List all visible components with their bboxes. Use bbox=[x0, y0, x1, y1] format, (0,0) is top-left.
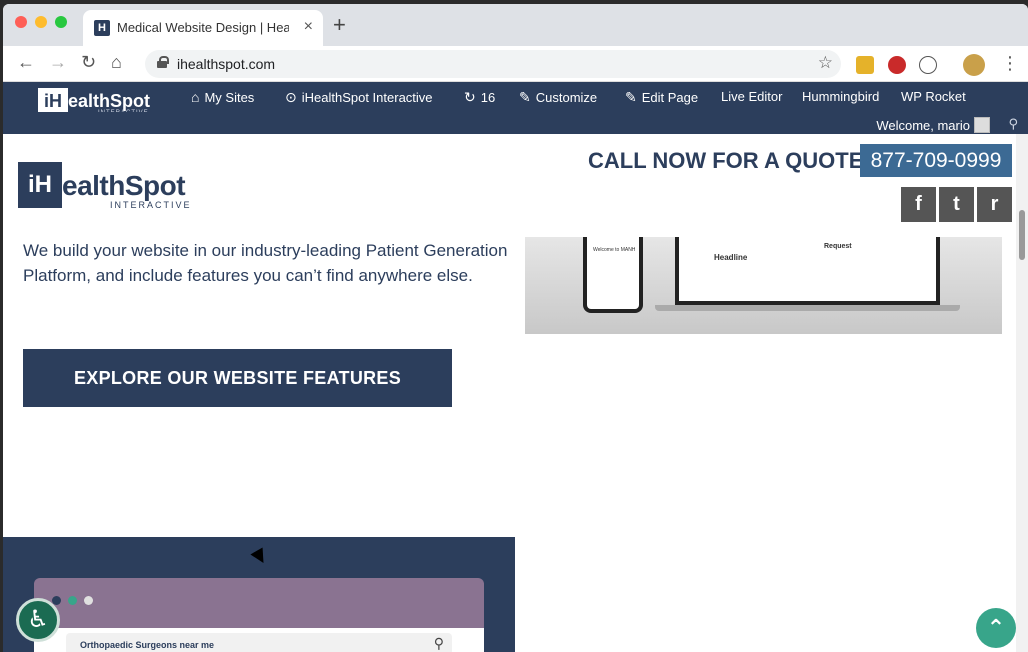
admin-updates-count: 16 bbox=[480, 90, 496, 105]
accessibility-icon[interactable]: ♿ bbox=[16, 598, 60, 642]
extension-code-icon[interactable] bbox=[919, 56, 937, 74]
browser-tab[interactable]: H Medical Website Design | Healt × bbox=[83, 10, 323, 46]
admin-customize-label: Customize bbox=[535, 90, 598, 105]
wp-admin-bar-secondary: Welcome, mario ⚲ bbox=[3, 112, 1028, 134]
mock-search-text: Orthopaedic Surgeons near me bbox=[80, 640, 215, 650]
magnifier-icon: ⚲ bbox=[433, 635, 444, 651]
admin-customize[interactable]: ✎ Customize bbox=[519, 89, 597, 106]
tab-title: Medical Website Design | Healt bbox=[117, 20, 289, 35]
admin-live-editor[interactable]: Live Editor bbox=[721, 89, 782, 104]
twitter-icon[interactable]: t bbox=[939, 187, 974, 222]
mock-phone-text: Welcome to MANH bbox=[593, 247, 636, 253]
welcome-user[interactable]: Welcome, mario bbox=[876, 118, 970, 133]
favicon-icon: H bbox=[94, 20, 110, 36]
updates-icon: ↻ bbox=[464, 89, 476, 105]
explore-features-button[interactable]: EXPLORE OUR WEBSITE FEATURES bbox=[23, 349, 452, 407]
address-bar[interactable]: ihealthspot.com ☆ bbox=[145, 50, 841, 78]
facebook-icon[interactable]: f bbox=[901, 187, 936, 222]
page-scrollbar[interactable] bbox=[1016, 134, 1028, 652]
admin-wp-rocket[interactable]: WP Rocket bbox=[901, 89, 966, 104]
brush-icon: ✎ bbox=[519, 89, 531, 105]
close-window-button[interactable] bbox=[15, 16, 27, 28]
profile-avatar-icon[interactable] bbox=[963, 54, 985, 76]
admin-updates[interactable]: ↻ 16 bbox=[464, 89, 495, 106]
mock-dot bbox=[84, 596, 93, 605]
lock-icon[interactable] bbox=[157, 56, 169, 68]
browser-toolbar: ← → ↻ ⌂ ihealthspot.com ☆ ⋮ bbox=[3, 46, 1028, 82]
new-tab-button[interactable]: + bbox=[333, 12, 346, 38]
call-now-heading: CALL NOW FOR A QUOTE! bbox=[588, 148, 871, 173]
phone-number-link[interactable]: 877-709-0999 bbox=[860, 144, 1012, 177]
admin-my-sites[interactable]: ⌂ My Sites bbox=[191, 89, 254, 105]
back-icon[interactable]: ← bbox=[17, 52, 35, 73]
site-logo-mark: iH bbox=[18, 162, 62, 208]
admin-edit-page[interactable]: ✎ Edit Page bbox=[625, 89, 698, 106]
tab-close-icon[interactable]: × bbox=[304, 18, 313, 36]
minimize-window-button[interactable] bbox=[35, 16, 47, 28]
admin-logo-text: ealthSpot bbox=[68, 91, 151, 111]
admin-logo-mark: iH bbox=[38, 88, 68, 114]
laptop-base bbox=[655, 305, 960, 311]
admin-hummingbird[interactable]: Hummingbird bbox=[802, 89, 879, 104]
admin-site-name[interactable]: ⊙ iHealthSpot Interactive bbox=[285, 89, 433, 106]
mock-search-bar: Orthopaedic Surgeons near me ⚲ bbox=[66, 633, 452, 652]
tab-strip: H Medical Website Design | Healt × + bbox=[3, 4, 1028, 46]
admin-search-icon[interactable]: ⚲ bbox=[1008, 116, 1018, 132]
scrollbar-thumb[interactable] bbox=[1019, 210, 1025, 260]
browser-menu-icon[interactable]: ⋮ bbox=[1001, 53, 1019, 74]
phone-device: Welcome to MANH bbox=[583, 237, 643, 313]
mock-dot bbox=[68, 596, 77, 605]
browser-mock-image: Orthopaedic Surgeons near me ⚲ bbox=[34, 578, 484, 652]
bookmark-star-icon[interactable]: ☆ bbox=[818, 53, 833, 73]
site-logo[interactable]: iH ealthSpot INTERACTIVE bbox=[18, 162, 198, 212]
laptop-device: Headline Request bbox=[675, 237, 940, 305]
back-to-top-icon[interactable]: ⌃ bbox=[976, 608, 1016, 648]
admin-site-name-label: iHealthSpot Interactive bbox=[301, 90, 433, 105]
device-mockup-image: Welcome to MANH Headline Request bbox=[525, 237, 1002, 334]
rss-icon[interactable]: r bbox=[977, 187, 1012, 222]
admin-edit-page-label: Edit Page bbox=[641, 90, 699, 105]
admin-my-sites-label: My Sites bbox=[204, 90, 255, 105]
maximize-window-button[interactable] bbox=[55, 16, 67, 28]
site-logo-text: ealthSpot bbox=[62, 170, 186, 201]
page-content: iH ealthSpot INTERACTIVE CALL NOW FOR A … bbox=[3, 134, 1016, 652]
forward-icon[interactable]: → bbox=[49, 52, 67, 73]
url-text: ihealthspot.com bbox=[177, 56, 276, 72]
reload-icon[interactable]: ↻ bbox=[81, 52, 96, 73]
house-icon: ⌂ bbox=[191, 89, 200, 105]
mock-headline: Headline bbox=[714, 253, 748, 262]
browser-window: H Medical Website Design | Healt × + ← →… bbox=[3, 4, 1028, 652]
intro-copy: We build your website in our industry-le… bbox=[23, 241, 508, 285]
home-icon[interactable]: ⌂ bbox=[111, 52, 122, 73]
wp-admin-bar: iH ealthSpot INTERACTIVE ⌂My Sites ⊙iHea… bbox=[3, 82, 1028, 118]
ublock-icon[interactable] bbox=[888, 56, 906, 74]
dashboard-icon: ⊙ bbox=[285, 89, 297, 105]
mock-request: Request bbox=[824, 243, 852, 250]
extension-icon[interactable] bbox=[856, 56, 874, 74]
user-avatar[interactable] bbox=[974, 117, 990, 133]
site-logo-sub: INTERACTIVE bbox=[110, 200, 192, 210]
pencil-icon: ✎ bbox=[625, 89, 637, 105]
